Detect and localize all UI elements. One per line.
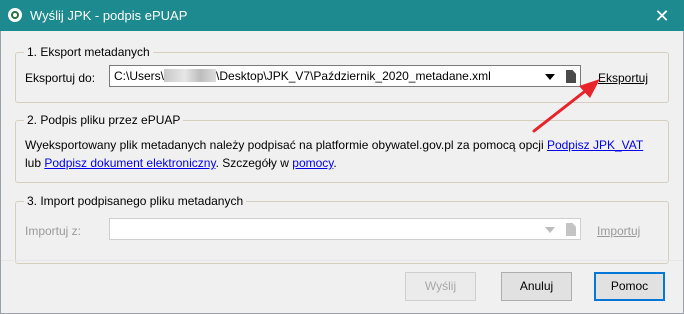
help-button[interactable]: Pomoc [594,272,665,301]
sign-or-text: lub [25,156,45,170]
export-group-title: 1. Eksport metadanych [27,45,150,59]
details-text: . Szczegóły w [215,156,293,170]
app-logo-icon [8,8,22,22]
chevron-down-icon[interactable] [545,74,555,80]
export-path-suffix: \Desktop\JPK_V7\Październik_2020_metadan… [216,69,491,83]
sign-instructions-line1: Wyeksportowany plik metadanych należy po… [25,138,643,152]
sign-document-link[interactable]: Podpisz dokument elektroniczny [44,156,215,170]
chevron-down-icon[interactable] [545,227,555,233]
export-to-label: Eksportuj do: [25,71,96,85]
dialog-window: Wyślij JPK - podpis ePUAP ✕ 1. Eksport m… [0,0,684,314]
import-from-label: Importuj z: [25,224,82,238]
export-button[interactable]: Eksportuj [598,71,648,85]
import-group-title: 3. Import podpisanego pliku metadanych [27,194,244,208]
import-path-combobox[interactable] [109,218,581,240]
close-button[interactable]: ✕ [648,5,676,27]
cancel-button[interactable]: Anuluj [501,272,572,301]
export-path-prefix: C:\Users\ [114,69,165,83]
dialog-body: 1. Eksport metadanych Eksportuj do: C:\U… [0,31,684,314]
file-browse-icon[interactable] [566,223,576,236]
help-link[interactable]: pomocy [292,156,333,170]
sign-jpk-vat-link[interactable]: Podpisz JPK_VAT [547,138,643,152]
title-bar: Wyślij JPK - podpis ePUAP ✕ [0,0,684,31]
sign-group-title: 2. Podpis pliku przez ePUAP [27,113,181,127]
window-title: Wyślij JPK - podpis ePUAP [30,8,188,23]
import-button[interactable]: Importuj [597,224,640,238]
file-browse-icon[interactable] [566,70,576,83]
redacted-username [164,69,217,82]
sign-instructions-line2: lub Podpisz dokument elektroniczny. Szcz… [25,156,337,170]
send-button[interactable]: Wyślij [405,272,476,301]
period-text: . [333,156,337,170]
export-path-value: C:\Users\ \Desktop\JPK_V7\Październik_202… [114,69,491,83]
export-path-combobox[interactable]: C:\Users\ \Desktop\JPK_V7\Październik_202… [109,65,581,87]
footer-divider [0,260,684,261]
sign-instructions-text: Wyeksportowany plik metadanych należy po… [25,138,547,152]
